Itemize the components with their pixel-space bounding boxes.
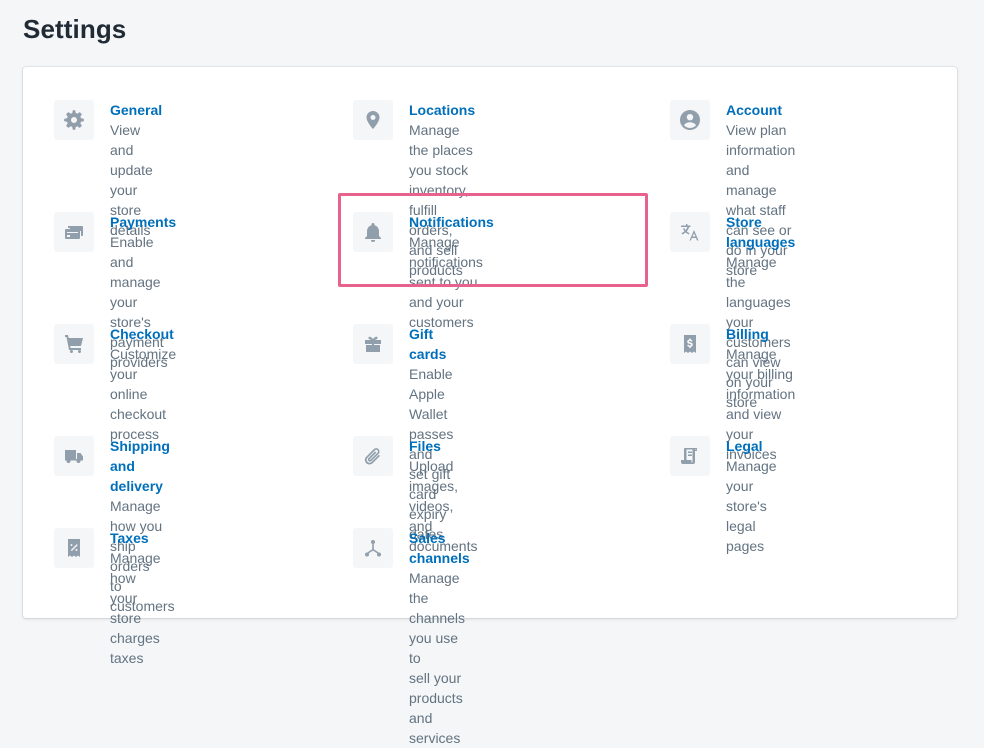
truck-icon	[54, 436, 94, 476]
settings-item-title: Notifications	[409, 214, 494, 230]
settings-item-title: Files	[409, 438, 441, 454]
page-title: Settings	[23, 14, 127, 44]
settings-item-description: Manage the places you stock	[409, 122, 473, 178]
settings-item-description: View plan information and	[726, 122, 796, 178]
bell-icon	[353, 212, 393, 252]
settings-item-description: information and view your	[726, 386, 796, 442]
settings-item-description: Upload images, videos, and	[409, 458, 459, 534]
settings-item-description: charges taxes	[110, 630, 160, 666]
settings-item-description: pages	[726, 538, 765, 554]
settings-item-title: Checkout	[110, 326, 174, 342]
settings-item-description: Manage notifications sent to you	[409, 234, 483, 290]
settings-item-description: sell your products and services	[409, 670, 463, 746]
channels-icon	[353, 528, 393, 568]
translate-icon	[670, 212, 710, 252]
settings-card: General View and update your store detai…	[23, 67, 957, 746]
settings-item-title: General	[110, 102, 163, 118]
settings-item-title: Billing	[726, 326, 769, 342]
settings-item-title: Taxes	[110, 530, 149, 546]
settings-item-title: Shipping and delivery	[110, 438, 170, 494]
settings-item-description: Manage the languages your	[726, 254, 791, 330]
settings-item-title: Account	[726, 102, 782, 118]
gift-icon	[353, 324, 393, 364]
document-icon	[670, 436, 710, 476]
settings-item-title: Store languages	[726, 214, 796, 250]
settings-item-description: Enable and manage your	[110, 234, 161, 310]
settings-item-text: Sales channels Manage the channels you u…	[409, 528, 470, 748]
cart-icon	[54, 324, 94, 364]
location-pin-icon	[353, 100, 393, 140]
credit-card-icon	[54, 212, 94, 252]
settings-item-title: Sales channels	[409, 530, 470, 566]
paperclip-icon	[353, 436, 393, 476]
settings-item-title: Payments	[110, 214, 177, 230]
settings-item-description: View and update your store	[110, 122, 153, 218]
settings-item-description: Manage how your store	[110, 550, 161, 626]
settings-item-title: Gift cards	[409, 326, 447, 362]
settings-item-title: Locations	[409, 102, 476, 118]
settings-item-title: Legal	[726, 438, 763, 454]
settings-item-description: Manage the channels you use to	[409, 570, 466, 666]
settings-item-description: Manage your store's legal	[726, 458, 777, 534]
settings-item-text: Notifications Manage notifications sent …	[409, 212, 494, 332]
receipt-dollar-icon	[670, 324, 710, 364]
gear-icon	[54, 100, 94, 140]
settings-item-text: Legal Manage your store's legal pages	[726, 436, 777, 556]
settings-item-text: Checkout Customize your online checkout …	[110, 324, 176, 444]
settings-item-description: Manage your billing	[726, 346, 793, 382]
tax-receipt-icon	[54, 528, 94, 568]
settings-item-description: Customize your online	[110, 346, 177, 402]
user-circle-icon	[670, 100, 710, 140]
settings-item-text: Taxes Manage how your store charges taxe…	[110, 528, 161, 668]
